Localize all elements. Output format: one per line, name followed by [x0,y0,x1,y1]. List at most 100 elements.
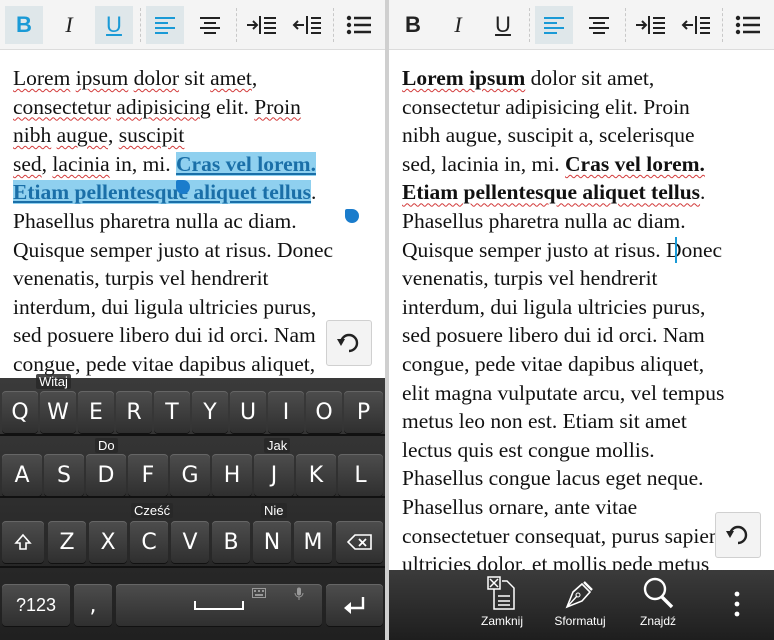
key-b[interactable]: B [212,521,250,563]
key-x[interactable]: X [89,521,127,563]
document-text[interactable]: Lorem ipsum dolor sit amet, consectetur … [13,64,378,379]
selection-start-handle[interactable] [176,180,190,194]
text-line: sed posuere libero dui id orci. Nam [13,323,316,348]
underline-button[interactable]: U [95,6,133,44]
selected-text[interactable]: Etiam pellentesque aliquet tellus [13,180,312,205]
key-e[interactable]: E [78,391,114,433]
undo-icon [337,333,359,353]
key-d[interactable]: D [86,454,126,496]
key-z[interactable]: Z [48,521,86,563]
word-suggestion[interactable]: Nie [261,503,287,518]
key-y[interactable]: Y [192,391,228,433]
word-suggestion[interactable]: Do [95,438,118,453]
word-suggestion[interactable]: Jak [264,438,291,453]
text-line: Etiam pellentesque aliquet tellus. [13,178,378,207]
outdent-button[interactable] [287,6,325,44]
text-line: Quisque semper justo at risus. Donec [13,237,334,262]
key-c[interactable]: C [130,521,168,563]
word-suggestion[interactable]: Cześć [131,503,174,518]
bold-button[interactable]: B [5,6,43,44]
key-f[interactable]: F [128,454,168,496]
key-g[interactable]: G [170,454,210,496]
underline-button[interactable]: U [484,6,522,44]
key-h[interactable]: H [212,454,252,496]
bullet-list-button[interactable] [340,6,378,44]
overflow-menu-button[interactable] [717,576,757,636]
key-t[interactable]: T [154,391,190,433]
key-q[interactable]: Q [2,391,38,433]
align-center-button[interactable] [191,6,229,44]
text-line: Etiam pellentesque aliquet tellus. [402,178,767,207]
format-button[interactable]: Sformatuj [543,576,617,636]
enter-key[interactable] [326,584,383,626]
word: Proin [254,94,301,119]
text-line: Phasellus pharetra nulla ac diam. [402,208,686,233]
text-line: Phasellus congue lacus eget neque. [402,466,704,491]
text-line: nibh augue, suscipit a, scelerisque [402,123,695,148]
indent-icon [247,16,276,34]
bullet-list-icon [346,15,371,35]
text-line: consectetuer consequat, purus sapien [402,523,720,548]
text-line: interdum, dui ligula ultricies purus, [402,294,706,319]
word-suggestion[interactable]: Witaj [36,374,71,389]
bullet-list-icon [735,15,760,35]
key-o[interactable]: O [306,391,342,433]
symbols-key[interactable]: ?123 [2,584,70,626]
align-left-button[interactable] [535,6,573,44]
align-center-button[interactable] [580,6,618,44]
find-label: Znajdź [639,614,677,628]
italic-button[interactable]: I [439,6,477,44]
text-line: sed, lacinia in, mi. Cras vel lorem. [402,150,767,179]
format-toolbar: B I U [389,0,774,50]
comma-key[interactable]: , [74,584,112,626]
virtual-keyboard: Q W E R T Y U I O P A S D F G H J K L Z … [0,374,385,640]
document-text[interactable]: Lorem ipsum dolor sit amet, consectetur … [402,64,767,579]
key-row-divider [0,566,385,568]
text-line: consectetur adipisicing elit. Proin [13,93,378,122]
key-m[interactable]: M [294,521,332,563]
align-center-icon [200,17,220,34]
shift-key[interactable] [2,521,44,563]
space-key[interactable] [116,584,322,626]
bullet-list-button[interactable] [729,6,767,44]
microphone-icon [294,587,304,600]
indent-icon [636,16,665,34]
close-button[interactable]: Zamknij [465,576,539,636]
backspace-key[interactable] [336,521,383,563]
undo-icon [726,525,748,545]
undo-button[interactable] [715,512,761,558]
word: , [41,151,53,176]
selection-end-handle[interactable] [345,209,359,223]
key-j[interactable]: J [254,454,294,496]
key-l[interactable]: L [338,454,383,496]
align-left-button[interactable] [146,6,184,44]
undo-button[interactable] [326,320,372,366]
key-p[interactable]: P [344,391,383,433]
bold-button[interactable]: B [394,6,432,44]
key-s[interactable]: S [44,454,84,496]
indent-button[interactable] [242,6,280,44]
selected-text[interactable]: Cras vel lorem. [176,151,316,176]
key-i[interactable]: I [268,391,304,433]
key-k[interactable]: K [296,454,336,496]
find-button[interactable]: Znajdź [621,576,695,636]
word: dolor sit amet, [525,66,655,90]
key-u[interactable]: U [230,391,266,433]
word: sed, lacinia in, mi. [402,151,566,176]
key-n[interactable]: N [253,521,291,563]
word: nibh [13,123,52,148]
key-a[interactable]: A [2,454,42,496]
key-r[interactable]: R [116,391,152,433]
indent-button[interactable] [631,6,669,44]
text-line: consectetur adipisicing elit. Proin [402,94,690,119]
key-v[interactable]: V [171,521,209,563]
align-center-icon [589,17,609,34]
word: Lorem [13,66,71,90]
action-bar: Zamknij Sformatuj Znajdź [389,570,774,640]
toolbar-separator [236,8,237,42]
word: adipisicing [116,94,211,119]
toolbar-separator [529,8,530,42]
outdent-button[interactable] [676,6,714,44]
key-w[interactable]: W [40,391,76,433]
italic-button[interactable]: I [50,6,88,44]
